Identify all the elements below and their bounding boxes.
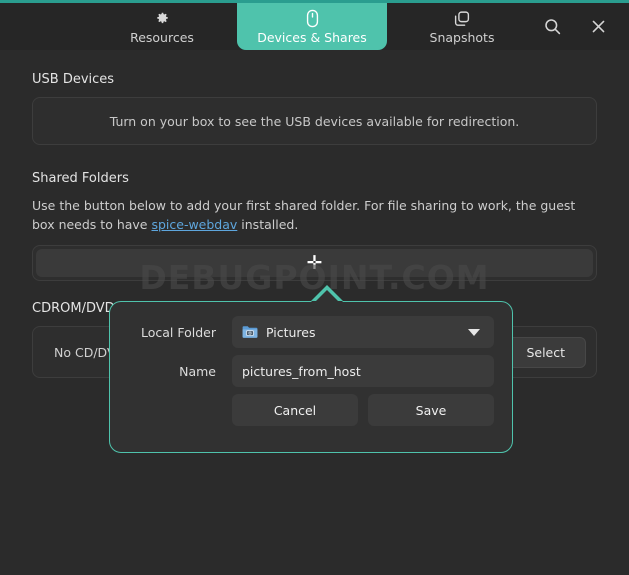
add-shared-folder-button[interactable]: ✛ (36, 249, 593, 277)
shared-folders-heading: Shared Folders (32, 171, 129, 186)
popover-arrow (311, 285, 343, 302)
shared-folders-list: ✛ (32, 245, 597, 281)
tab-snapshots[interactable]: Snapshots (387, 3, 537, 50)
save-button[interactable]: Save (368, 394, 494, 426)
usb-devices-panel: Turn on your box to see the USB devices … (32, 97, 597, 145)
popover-buttons: Cancel Save (232, 394, 494, 426)
tab-label: Resources (130, 29, 194, 45)
spice-webdav-link[interactable]: spice-webdav (151, 217, 237, 232)
name-row: Name (128, 355, 494, 387)
header-bar: Resources Devices & Shares Snapshots (0, 3, 629, 50)
tab-label: Snapshots (429, 29, 495, 45)
mouse-icon (305, 9, 320, 29)
local-folder-select[interactable]: Pictures (232, 316, 494, 348)
plus-icon: ✛ (306, 252, 323, 274)
local-folder-label: Local Folder (141, 324, 216, 340)
tab-bar: Resources Devices & Shares Snapshots (0, 3, 537, 50)
tab-resources[interactable]: Resources (87, 3, 237, 50)
local-folder-row: Local Folder Pictures (128, 316, 494, 348)
gear-icon (154, 9, 171, 29)
cdrom-select-button[interactable]: Select (505, 336, 586, 368)
pictures-folder-icon (242, 325, 258, 339)
chevron-down-icon (468, 328, 480, 336)
shared-folders-description-before: Use the button below to add your first s… (32, 198, 576, 232)
local-folder-value: Pictures (266, 324, 316, 340)
add-shared-folder-popover: Local Folder Pictures Name pictures_from… (109, 301, 513, 453)
usb-devices-heading: USB Devices (32, 72, 115, 87)
copies-icon (453, 9, 471, 29)
name-input[interactable] (232, 355, 494, 387)
close-icon[interactable] (585, 14, 611, 40)
shared-folders-description-after: installed. (237, 217, 299, 232)
shared-folders-description: Use the button below to add your first s… (32, 196, 578, 234)
cancel-button[interactable]: Cancel (232, 394, 358, 426)
tab-devices-and-shares[interactable]: Devices & Shares (237, 3, 387, 50)
search-icon[interactable] (539, 14, 565, 40)
header-actions (539, 3, 621, 50)
tab-label: Devices & Shares (257, 29, 367, 45)
name-label: Name (179, 363, 216, 379)
boxes-preferences-window: Resources Devices & Shares Snapshots USB… (0, 0, 629, 575)
usb-devices-empty-message: Turn on your box to see the USB devices … (109, 113, 520, 129)
